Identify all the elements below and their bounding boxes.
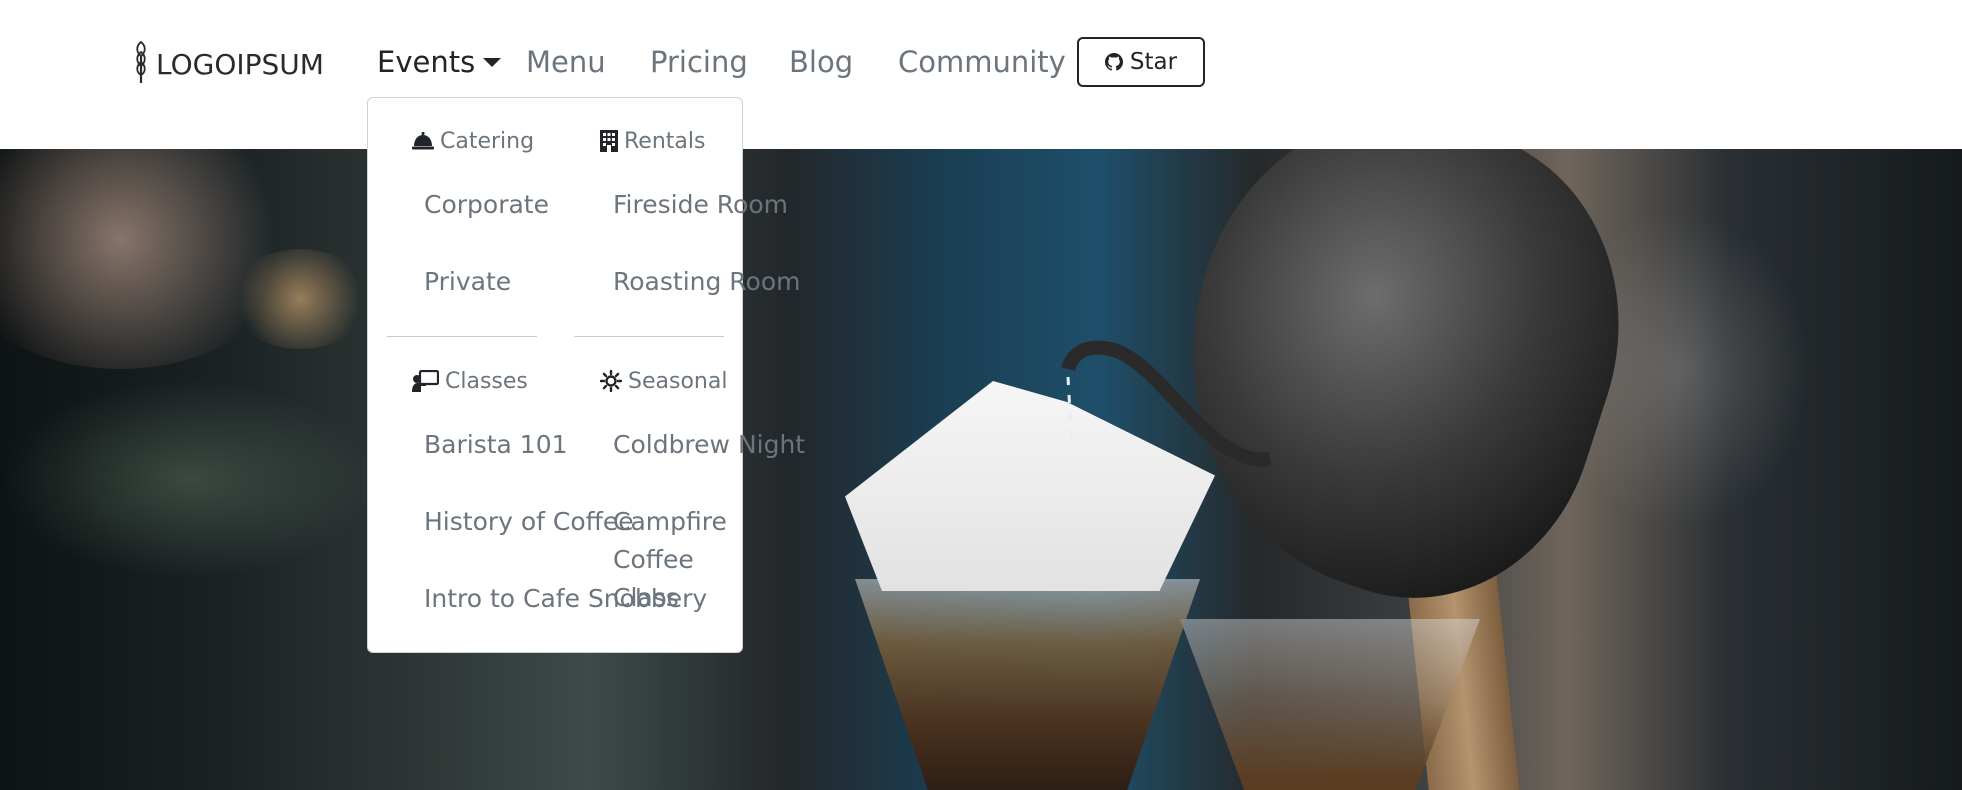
star-button[interactable]: Star	[1077, 37, 1205, 87]
caret-down-icon	[483, 58, 502, 67]
dropdown-divider	[574, 336, 724, 337]
dropdown-item-barista-101[interactable]: Barista 101	[424, 426, 568, 464]
dropdown-header-catering: Catering	[412, 126, 534, 156]
wheat-logo-icon	[132, 40, 150, 88]
dropdown-header-catering-label: Catering	[440, 128, 535, 154]
dropdown-item-campfire-coffee-class[interactable]: Campfire Coffee Class	[613, 503, 727, 617]
nav-item-blog[interactable]: Blog	[789, 42, 853, 82]
chalkboard-teacher-icon	[412, 370, 439, 392]
nav-item-menu[interactable]: Menu	[526, 42, 606, 82]
star-button-label: Star	[1129, 49, 1178, 75]
dropdown-item-corporate[interactable]: Corporate	[424, 186, 549, 224]
dropdown-item-private[interactable]: Private	[424, 263, 511, 301]
dropdown-header-seasonal-label: Seasonal	[628, 368, 728, 394]
dropdown-divider	[387, 336, 537, 337]
dropdown-header-rentals-label: Rentals	[624, 128, 706, 154]
dropdown-item-coldbrew-night[interactable]: Coldbrew Night	[613, 426, 805, 464]
sun-icon	[600, 370, 622, 392]
dropdown-header-rentals: Rentals	[600, 126, 705, 156]
hero-coffee-image	[0, 149, 1962, 790]
nav-item-events-label: Events	[377, 45, 476, 79]
dropdown-item-roasting-room[interactable]: Roasting Room	[613, 263, 801, 301]
dropdown-header-classes-label: Classes	[445, 368, 528, 394]
dropdown-header-seasonal: Seasonal	[600, 366, 727, 396]
navbar: LOGOIPSUM Events Menu Pricing Blog Commu…	[0, 0, 1962, 149]
dropdown-item-fireside-room[interactable]: Fireside Room	[613, 186, 788, 224]
nav-item-community[interactable]: Community	[898, 42, 1066, 82]
events-dropdown-menu: Catering Corporate Private Rentals Fires…	[367, 97, 805, 653]
nav-item-events[interactable]: Events	[377, 42, 502, 82]
logo-text: LOGOIPSUM	[156, 47, 324, 81]
github-icon	[1104, 53, 1123, 71]
building-icon	[600, 130, 618, 152]
dropdown-header-classes: Classes	[412, 366, 528, 396]
dropdown-item-history-of-coffee[interactable]: History of Coffee	[424, 503, 634, 541]
logo[interactable]: LOGOIPSUM	[132, 40, 324, 88]
nav-item-pricing[interactable]: Pricing	[650, 42, 748, 82]
bell-icon	[412, 131, 434, 151]
